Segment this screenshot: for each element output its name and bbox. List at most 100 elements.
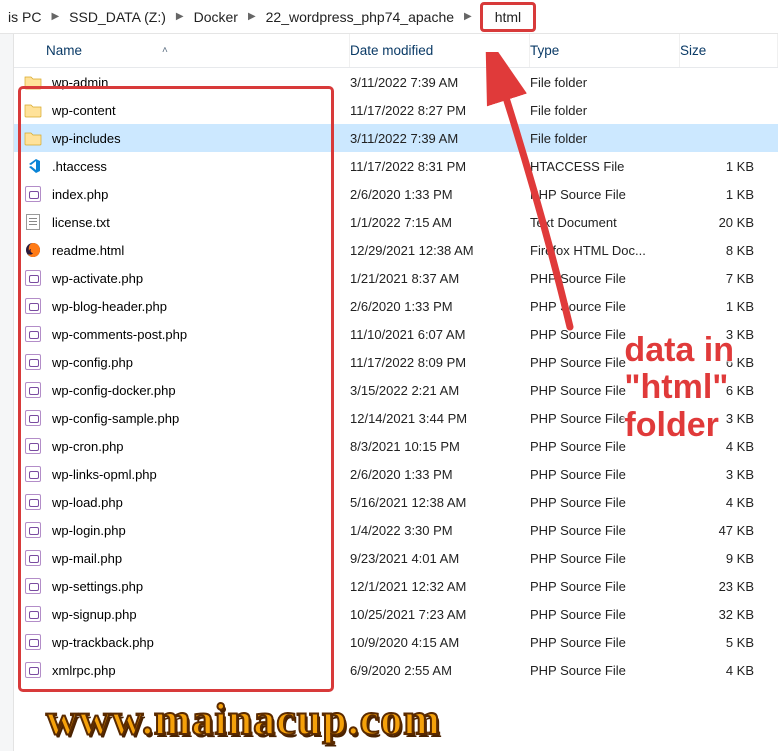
file-size: 3 KB xyxy=(680,467,778,482)
file-size: 3 KB xyxy=(680,327,778,342)
file-size: 4 KB xyxy=(680,439,778,454)
file-list[interactable]: wp-admin3/11/2022 7:39 AMFile folderwp-c… xyxy=(0,68,778,684)
file-row[interactable]: wp-mail.php9/23/2021 4:01 AMPHP Source F… xyxy=(14,544,778,572)
file-date: 10/9/2020 4:15 AM xyxy=(350,635,530,650)
file-type: File folder xyxy=(530,131,680,146)
column-header-name[interactable]: Name ˄ xyxy=(14,34,350,67)
breadcrumb-item[interactable]: 22_wordpress_php74_apache xyxy=(262,7,458,27)
file-row[interactable]: wp-comments-post.php11/10/2021 6:07 AMPH… xyxy=(14,320,778,348)
php-file-icon xyxy=(24,437,42,455)
file-name: wp-mail.php xyxy=(52,551,350,566)
firefox-html-icon xyxy=(24,241,42,259)
column-header-label: Name xyxy=(46,43,82,58)
file-name: wp-activate.php xyxy=(52,271,350,286)
column-header-type[interactable]: Type xyxy=(530,34,680,67)
file-row[interactable]: wp-load.php5/16/2021 12:38 AMPHP Source … xyxy=(14,488,778,516)
file-name: .htaccess xyxy=(52,159,350,174)
file-name: wp-admin xyxy=(52,75,350,90)
php-file-icon xyxy=(24,605,42,623)
file-name: wp-config-sample.php xyxy=(52,411,350,426)
file-date: 6/9/2020 2:55 AM xyxy=(350,663,530,678)
file-type: HTACCESS File xyxy=(530,159,680,174)
file-row[interactable]: wp-activate.php1/21/2021 8:37 AMPHP Sour… xyxy=(14,264,778,292)
file-name: wp-links-opml.php xyxy=(52,467,350,482)
file-row[interactable]: index.php2/6/2020 1:33 PMPHP Source File… xyxy=(14,180,778,208)
file-name: wp-load.php xyxy=(52,495,350,510)
file-row[interactable]: xmlrpc.php6/9/2020 2:55 AMPHP Source Fil… xyxy=(14,656,778,684)
file-date: 11/17/2022 8:27 PM xyxy=(350,103,530,118)
file-name: wp-comments-post.php xyxy=(52,327,350,342)
file-row[interactable]: readme.html12/29/2021 12:38 AMFirefox HT… xyxy=(14,236,778,264)
file-row[interactable]: wp-admin3/11/2022 7:39 AMFile folder xyxy=(14,68,778,96)
file-row[interactable]: wp-cron.php8/3/2021 10:15 PMPHP Source F… xyxy=(14,432,778,460)
chevron-right-icon: ▶ xyxy=(464,11,472,22)
file-name: wp-signup.php xyxy=(52,607,350,622)
file-type: PHP Source File xyxy=(530,635,680,650)
file-date: 3/11/2022 7:39 AM xyxy=(350,75,530,90)
column-header-size[interactable]: Size xyxy=(680,34,778,67)
file-type: PHP Source File xyxy=(530,271,680,286)
file-date: 12/29/2021 12:38 AM xyxy=(350,243,530,258)
chevron-right-icon: ▶ xyxy=(51,11,59,22)
file-name: index.php xyxy=(52,187,350,202)
breadcrumb-item-current[interactable]: html xyxy=(480,2,536,32)
file-row[interactable]: wp-content11/17/2022 8:27 PMFile folder xyxy=(14,96,778,124)
file-date: 3/11/2022 7:39 AM xyxy=(350,131,530,146)
file-row[interactable]: .htaccess11/17/2022 8:31 PMHTACCESS File… xyxy=(14,152,778,180)
folder-icon xyxy=(24,101,42,119)
file-type: PHP Source File xyxy=(530,523,680,538)
file-row[interactable]: wp-trackback.php10/9/2020 4:15 AMPHP Sou… xyxy=(14,628,778,656)
file-size: 9 KB xyxy=(680,551,778,566)
file-date: 9/23/2021 4:01 AM xyxy=(350,551,530,566)
file-type: PHP Source File xyxy=(530,467,680,482)
column-header-label: Date modified xyxy=(350,43,433,58)
breadcrumb-item[interactable]: is PC xyxy=(4,7,45,27)
file-row[interactable]: wp-settings.php12/1/2021 12:32 AMPHP Sou… xyxy=(14,572,778,600)
file-row[interactable]: wp-config-sample.php12/14/2021 3:44 PMPH… xyxy=(14,404,778,432)
breadcrumb[interactable]: is PC ▶ SSD_DATA (Z:) ▶ Docker ▶ 22_word… xyxy=(0,0,778,34)
file-type: PHP Source File xyxy=(530,187,680,202)
column-header-date[interactable]: Date modified xyxy=(350,34,530,67)
file-name: wp-trackback.php xyxy=(52,635,350,650)
file-size: 6 KB xyxy=(680,355,778,370)
file-type: PHP Source File xyxy=(530,663,680,678)
file-row[interactable]: wp-signup.php10/25/2021 7:23 AMPHP Sourc… xyxy=(14,600,778,628)
column-header-label: Size xyxy=(680,43,706,58)
file-date: 1/21/2021 8:37 AM xyxy=(350,271,530,286)
file-row[interactable]: wp-login.php1/4/2022 3:30 PMPHP Source F… xyxy=(14,516,778,544)
breadcrumb-item[interactable]: Docker xyxy=(190,7,242,27)
folder-icon xyxy=(24,73,42,91)
vscode-file-icon xyxy=(24,157,42,175)
file-row[interactable]: wp-config.php11/17/2022 8:09 PMPHP Sourc… xyxy=(14,348,778,376)
php-file-icon xyxy=(24,185,42,203)
file-row[interactable]: license.txt1/1/2022 7:15 AMText Document… xyxy=(14,208,778,236)
php-file-icon xyxy=(24,521,42,539)
file-name: wp-cron.php xyxy=(52,439,350,454)
file-date: 3/15/2022 2:21 AM xyxy=(350,383,530,398)
file-size: 6 KB xyxy=(680,383,778,398)
file-size: 5 KB xyxy=(680,635,778,650)
file-row[interactable]: wp-includes3/11/2022 7:39 AMFile folder xyxy=(14,124,778,152)
file-date: 2/6/2020 1:33 PM xyxy=(350,467,530,482)
file-size: 20 KB xyxy=(680,215,778,230)
file-type: PHP Source File xyxy=(530,327,680,342)
file-type: Firefox HTML Doc... xyxy=(530,243,680,258)
file-date: 1/1/2022 7:15 AM xyxy=(350,215,530,230)
php-file-icon xyxy=(24,409,42,427)
file-name: wp-content xyxy=(52,103,350,118)
breadcrumb-item[interactable]: SSD_DATA (Z:) xyxy=(65,7,170,27)
file-row[interactable]: wp-blog-header.php2/6/2020 1:33 PMPHP So… xyxy=(14,292,778,320)
php-file-icon xyxy=(24,465,42,483)
file-name: wp-config.php xyxy=(52,355,350,370)
php-file-icon xyxy=(24,577,42,595)
file-date: 12/14/2021 3:44 PM xyxy=(350,411,530,426)
file-type: PHP Source File xyxy=(530,355,680,370)
file-size: 7 KB xyxy=(680,271,778,286)
file-row[interactable]: wp-config-docker.php3/15/2022 2:21 AMPHP… xyxy=(14,376,778,404)
file-type: PHP Source File xyxy=(530,495,680,510)
file-date: 2/6/2020 1:33 PM xyxy=(350,187,530,202)
php-file-icon xyxy=(24,549,42,567)
file-name: readme.html xyxy=(52,243,350,258)
file-row[interactable]: wp-links-opml.php2/6/2020 1:33 PMPHP Sou… xyxy=(14,460,778,488)
php-file-icon xyxy=(24,493,42,511)
